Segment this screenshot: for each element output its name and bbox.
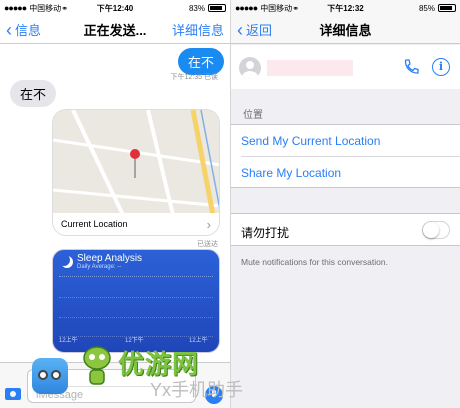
dnd-toggle[interactable] (422, 221, 450, 239)
dnd-group: 请勿打扰 (231, 213, 460, 246)
phone-icon[interactable] (402, 58, 420, 76)
chevron-right-icon: › (206, 216, 211, 232)
health-subtitle: Daily Average: -- (77, 264, 122, 270)
nav-bar: ‹ 返回 详细信息 (231, 16, 460, 44)
x-label: 12下午 (125, 338, 144, 344)
map-caption: Current Location › (53, 213, 219, 235)
outgoing-message[interactable]: 在不 (177, 48, 224, 75)
read-receipt: 下午12:35 已读 (170, 74, 218, 81)
incoming-message[interactable]: 在不 (10, 80, 57, 107)
chevron-left-icon: ‹ (237, 19, 243, 40)
map-image (53, 110, 219, 215)
status-time: 下午12:40 (96, 3, 134, 13)
x-label: 12上午 (59, 338, 78, 344)
back-button[interactable]: ‹ 返回 (231, 20, 272, 39)
nav-bar: ‹ 信息 正在发送... 详细信息 (0, 16, 230, 44)
back-label: 返回 (246, 23, 273, 38)
back-label: 信息 (15, 23, 42, 38)
watermark-mascot (83, 346, 111, 385)
send-current-location-button[interactable]: Send My Current Location (241, 134, 380, 148)
health-title: Sleep Analysis (77, 253, 143, 264)
chevron-left-icon: ‹ (6, 19, 12, 40)
moon-icon (61, 256, 73, 268)
chart-grid (59, 276, 213, 337)
dnd-label: 请勿打扰 (241, 226, 290, 240)
health-card[interactable]: Sleep Analysis Daily Average: -- 12上午 12… (52, 249, 220, 353)
status-bar: ●●●●● 中国移动 ⚭ 下午12:40 83% (0, 0, 230, 16)
details-button[interactable]: 详细信息 (172, 20, 230, 39)
battery-icon (438, 4, 456, 12)
location-section-header: 位置 (243, 110, 263, 121)
avatar (239, 57, 261, 79)
info-icon[interactable]: i (432, 58, 450, 76)
battery-icon (208, 4, 226, 12)
share-location-button[interactable]: Share My Location (241, 166, 341, 180)
contact-name-redacted (267, 60, 353, 76)
back-button[interactable]: ‹ 信息 (0, 20, 41, 39)
watermark-sub: Yx手机助手 (150, 380, 244, 400)
location-group: Send My Current Location Share My Locati… (231, 124, 460, 188)
status-time: 下午12:32 (327, 3, 364, 13)
delivered-status: 已送达 (197, 241, 218, 248)
watermark-logo (32, 358, 68, 394)
camera-icon[interactable] (5, 388, 21, 400)
details-screen: ●●●●● 中国移动 ⚭ 下午12:32 85% ‹ 返回 详细信息 i 位置 … (231, 0, 460, 408)
map-label: Current Location (61, 219, 128, 229)
location-map-card[interactable]: Current Location › (52, 109, 220, 236)
x-label: 12上午 (189, 338, 208, 344)
dnd-note: Mute notifications for this conversation… (241, 257, 388, 267)
status-bar: ●●●●● 中国移动 ⚭ 下午12:32 85% (231, 0, 460, 16)
contact-row[interactable]: i (231, 45, 460, 89)
